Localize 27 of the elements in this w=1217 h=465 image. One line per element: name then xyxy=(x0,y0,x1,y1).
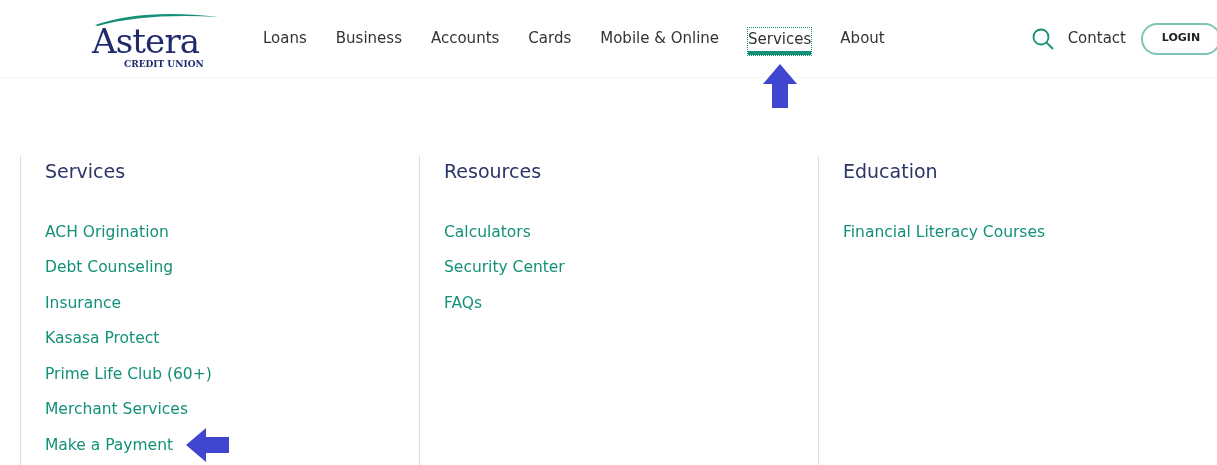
menu-link[interactable]: Calculators xyxy=(444,220,531,244)
contact-link[interactable]: Contact xyxy=(1067,27,1126,50)
nav-link[interactable]: Accounts xyxy=(430,27,500,50)
menu-link[interactable]: Debt Counseling xyxy=(45,256,174,280)
nav-link[interactable]: Cards xyxy=(528,27,572,50)
search-icon[interactable] xyxy=(1031,27,1054,50)
menu-link[interactable]: Kasasa Protect xyxy=(45,327,160,351)
column-heading: Resources xyxy=(444,159,543,184)
nav-link[interactable]: Mobile & Online xyxy=(600,27,720,50)
menu-link[interactable]: Make a Payment xyxy=(45,433,174,457)
column-heading: Education xyxy=(843,159,939,184)
login-button[interactable]: LOGIN xyxy=(1141,22,1217,55)
menu-link[interactable]: Merchant Services xyxy=(45,398,188,422)
menu-link[interactable]: Prime Life Club (60+) xyxy=(45,362,212,386)
nav-link[interactable]: Loans xyxy=(263,27,307,50)
nav-link[interactable]: Services xyxy=(748,27,812,56)
logo-name: Astera xyxy=(92,25,200,56)
menu-link[interactable]: Insurance xyxy=(45,291,122,315)
logo-subtitle: CREDIT UNION xyxy=(124,59,204,69)
column-heading: Services xyxy=(45,159,127,184)
menu-link[interactable]: FAQs xyxy=(444,291,483,315)
menu-link[interactable]: ACH Origination xyxy=(45,220,169,244)
menu-link[interactable]: Security Center xyxy=(444,256,565,280)
nav-link[interactable]: Business xyxy=(335,27,402,50)
menu-link[interactable]: Financial Literacy Courses xyxy=(843,220,1046,244)
nav-link[interactable]: About xyxy=(840,27,885,50)
logo[interactable]: Astera CREDIT UNION xyxy=(90,3,225,74)
